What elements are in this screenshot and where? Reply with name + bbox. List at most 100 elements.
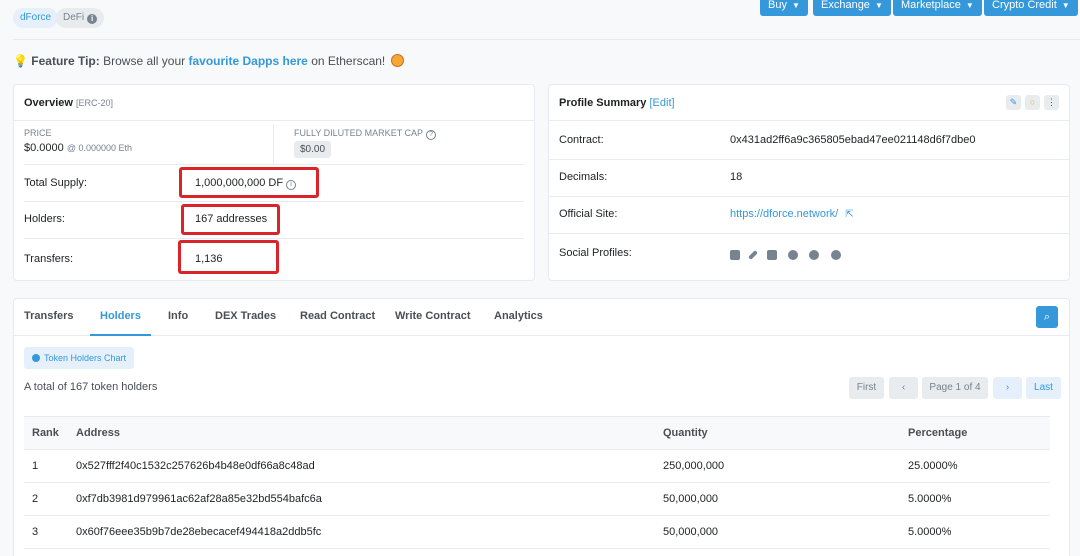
tab-info[interactable]: Info: [168, 299, 188, 336]
smiley-emoji-icon: [390, 54, 404, 67]
column-rank[interactable]: Rank: [32, 417, 59, 449]
feature-tip-text-after: on Etherscan!: [311, 54, 386, 68]
pie-chart-icon: [32, 354, 40, 362]
divider: [549, 196, 1069, 197]
search-icon: ⌕: [1043, 311, 1051, 323]
highlight-box-transfers: [178, 240, 279, 274]
market-cap-value: $0.00: [294, 141, 332, 158]
highlight-box-holders: [181, 204, 280, 235]
row-percentage: 5.0000%: [908, 526, 952, 538]
profile-summary-card: Profile Summary [Edit] ✎ ○ ⋮ Contract: 0…: [548, 84, 1070, 281]
tab-write-contract[interactable]: Write Contract: [395, 299, 471, 336]
pagination-last[interactable]: Last: [1026, 377, 1061, 399]
info-icon: i: [87, 14, 98, 24]
profile-title: Profile Summary: [559, 97, 647, 109]
feature-tip-text: Browse all your: [103, 54, 186, 68]
top-divider: [13, 39, 1080, 40]
marketplace-button[interactable]: Marketplace ▼: [893, 0, 982, 16]
official-site-link[interactable]: https://dforce.network/: [730, 208, 838, 220]
divider: [24, 164, 524, 165]
total-holders-text: A total of 167 token holders: [24, 381, 158, 393]
twitter-icon[interactable]: [788, 249, 799, 260]
row-address-link[interactable]: 0x527fff2f40c1532c257626b4b48e0df66a8c48…: [76, 450, 315, 483]
row-percentage: 25.0000%: [908, 460, 958, 472]
telegram-icon[interactable]: [830, 249, 841, 260]
social-icons: [730, 247, 849, 261]
favourite-dapps-link[interactable]: favourite Dapps here: [188, 54, 307, 68]
market-cap-label: FULLY DILUTED MARKET CAP?: [294, 128, 437, 140]
question-icon: ?: [426, 130, 437, 140]
row-quantity: 50,000,000: [663, 526, 719, 538]
feature-tip: 💡 Feature Tip: Browse all your favourite…: [13, 54, 404, 68]
tab-analytics[interactable]: Analytics: [494, 299, 543, 336]
table-row: 2 0xf7db3981d979961ac62af28a85e32bd554ba…: [24, 483, 1050, 516]
circle-icon[interactable]: ○: [1025, 95, 1040, 110]
overview-title: Overview: [24, 97, 73, 109]
total-supply-label: Total Supply:: [24, 177, 87, 189]
row-rank: 2: [32, 493, 39, 505]
contract-label: Contract:: [559, 134, 604, 146]
exchange-button[interactable]: Exchange ▼: [813, 0, 891, 16]
price-label: PRICE: [24, 128, 52, 138]
crypto-credit-button[interactable]: Crypto Credit ▼: [984, 0, 1078, 16]
feature-tip-label: Feature Tip:: [31, 54, 100, 68]
tag-defi[interactable]: DeFi i: [56, 8, 105, 28]
table-header: Rank Address Quantity Percentage: [24, 416, 1050, 450]
overview-subtitle: [ERC-20]: [75, 98, 113, 108]
contract-address-link[interactable]: 0x431ad2ff6a9c365805ebad47ee021148d6f7db…: [730, 134, 976, 146]
table-row: 1 0x527fff2f40c1532c257626b4b48e0df66a8c…: [24, 450, 1050, 483]
tag-dforce[interactable]: dForce: [13, 8, 59, 28]
overview-card: Overview [ERC-20] PRICE $0.0000 @ 0.0000…: [13, 84, 535, 281]
more-vertical-icon[interactable]: ⋮: [1044, 95, 1059, 110]
divider: [549, 159, 1069, 160]
token-holders-chart-button[interactable]: Token Holders Chart: [24, 347, 135, 369]
pagination-next[interactable]: ›: [993, 377, 1022, 399]
lightbulb-icon: 💡: [13, 54, 28, 68]
chevron-down-icon: ▼: [874, 1, 883, 10]
magic-wand-icon[interactable]: ✎: [1006, 95, 1021, 110]
chevron-right-icon: ›: [1005, 382, 1010, 393]
column-percentage[interactable]: Percentage: [908, 417, 967, 449]
pagination-prev[interactable]: ‹: [889, 377, 918, 399]
price-value: $0.0000: [24, 142, 64, 154]
github-icon[interactable]: [809, 249, 820, 260]
divider: [24, 201, 524, 202]
price-block: $0.0000 @ 0.000000 Eth: [24, 142, 132, 154]
buy-button[interactable]: Buy ▼: [760, 0, 808, 16]
overview-vertical-divider: [273, 125, 274, 165]
chevron-down-icon: ▼: [1061, 1, 1070, 10]
chevron-down-icon: ▼: [791, 1, 800, 10]
row-address-link[interactable]: 0x60f76eee35b9b7de28ebecacef494418a2ddb5…: [76, 516, 321, 549]
row-rank: 3: [32, 526, 39, 538]
pagination-page: Page 1 of 4: [922, 377, 988, 399]
tab-read-contract[interactable]: Read Contract: [300, 299, 375, 336]
email-icon[interactable]: [730, 249, 740, 260]
column-address[interactable]: Address: [76, 417, 120, 449]
overview-header: Overview [ERC-20]: [14, 85, 534, 121]
blog-icon[interactable]: [766, 249, 777, 260]
holders-label: Holders:: [24, 213, 65, 225]
holders-card: Transfers Holders Info DEX Trades Read C…: [13, 298, 1070, 556]
row-address-link[interactable]: 0xf7db3981d979961ac62af28a85e32bd554bafc…: [76, 483, 322, 516]
chevron-down-icon: ▼: [965, 1, 974, 10]
profile-actions: ✎ ○ ⋮: [1006, 95, 1059, 110]
edit-link[interactable]: [Edit]: [649, 97, 674, 109]
social-profiles-label: Social Profiles:: [559, 247, 632, 259]
decimals-value: 18: [730, 171, 743, 183]
market-cap-value-wrap: $0.00: [294, 141, 332, 158]
pagination-first[interactable]: First: [849, 377, 884, 399]
row-rank: 1: [32, 460, 39, 472]
official-site-wrap: https://dforce.network/ ⇱: [730, 208, 854, 220]
divider: [549, 233, 1069, 234]
profile-header: Profile Summary [Edit]: [549, 85, 1069, 121]
column-quantity[interactable]: Quantity: [663, 417, 708, 449]
tab-holders[interactable]: Holders: [90, 299, 151, 336]
search-button[interactable]: ⌕: [1036, 306, 1058, 328]
tab-transfers[interactable]: Transfers: [24, 299, 74, 336]
row-percentage: 5.0000%: [908, 493, 952, 505]
pencil-icon[interactable]: [748, 249, 759, 260]
transfers-label: Transfers:: [24, 253, 74, 265]
divider: [24, 238, 524, 239]
table-row: 3 0x60f76eee35b9b7de28ebecacef494418a2dd…: [24, 516, 1050, 549]
tab-dex-trades[interactable]: DEX Trades: [215, 299, 276, 336]
